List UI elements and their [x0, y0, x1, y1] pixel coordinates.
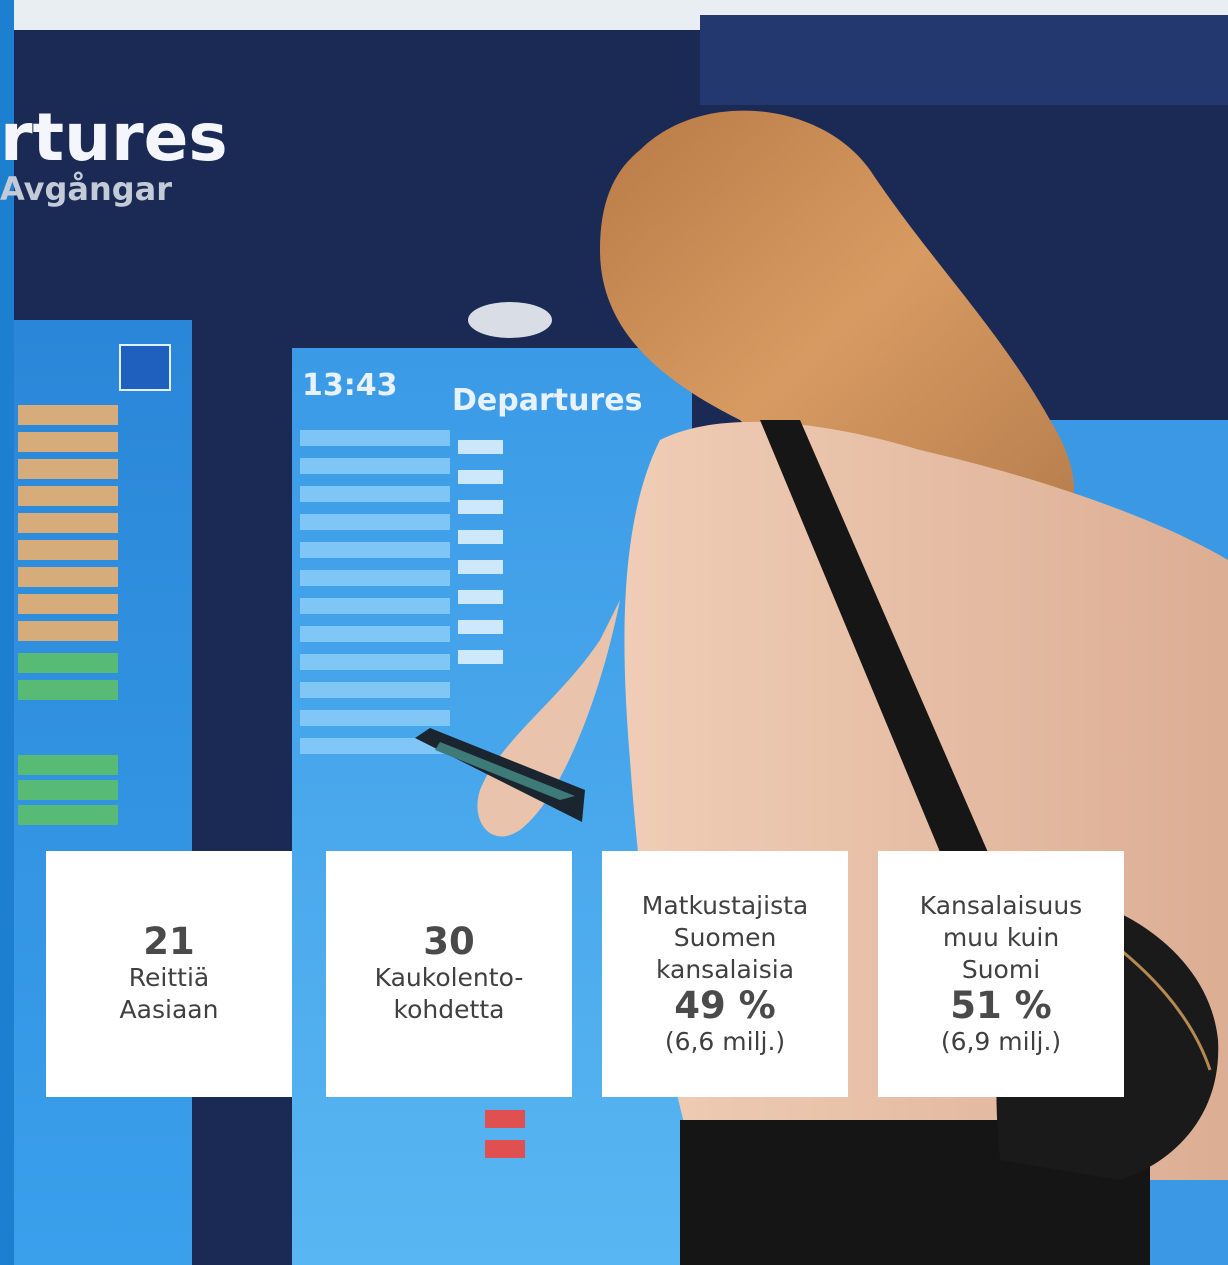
- sign-title-text: rtures: [0, 99, 228, 176]
- board-title-text: Departures: [452, 383, 642, 418]
- stat-value: 49 %: [674, 984, 776, 1027]
- stat-value: 21: [143, 920, 195, 963]
- stat-label-line: Kaukolento-: [374, 963, 524, 992]
- stat-label-line: muu kuin: [942, 923, 1060, 952]
- stat-label-line: Suomen: [673, 923, 777, 952]
- sign-subtitle-text: Avgångar: [0, 170, 172, 208]
- stat-subvalue: (6,6 milj.): [664, 1027, 786, 1056]
- stat-card-long-haul-destinations: 30 Kaukolento- kohdetta: [326, 851, 572, 1097]
- stat-card-foreign-passengers: Kansalaisuus muu kuin Suomi 51 % (6,9 mi…: [878, 851, 1124, 1097]
- stat-label-line: Suomi: [961, 955, 1041, 984]
- stat-card-asia-routes: 21 Reittiä Aasiaan: [46, 851, 292, 1097]
- board-time-text: 13:43: [302, 368, 398, 403]
- stat-label-line: Kansalaisuus: [919, 891, 1083, 920]
- stat-subvalue: (6,9 milj.): [940, 1027, 1062, 1056]
- stat-label-line: Matkustajista: [641, 891, 809, 920]
- stat-label-line: kohdetta: [393, 995, 505, 1024]
- stat-label-line: kansalaisia: [655, 955, 795, 984]
- stat-value: 51 %: [950, 984, 1052, 1027]
- stat-label-line: Reittiä: [128, 963, 210, 992]
- stat-label-line: Aasiaan: [119, 995, 219, 1024]
- stat-card-finnish-passengers: Matkustajista Suomen kansalaisia 49 % (6…: [602, 851, 848, 1097]
- stat-value: 30: [423, 920, 475, 963]
